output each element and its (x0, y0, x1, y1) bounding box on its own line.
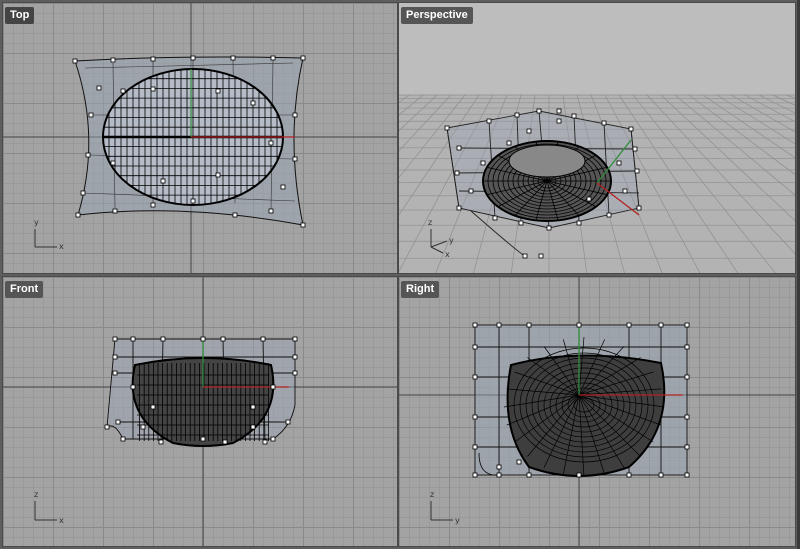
right-blob-wireframe (503, 336, 666, 478)
svg-text:y: y (449, 236, 454, 245)
cplane-axes-icon: z x (34, 490, 64, 525)
top-view-scene: y x (3, 3, 397, 273)
viewport-perspective[interactable]: z y x Perspective (398, 2, 796, 274)
viewport-tab-perspective[interactable]: Perspective (401, 7, 473, 24)
viewport-right[interactable]: z y Right (398, 276, 796, 547)
cplane-axes-icon: y x (34, 218, 64, 251)
viewport-tab-top[interactable]: Top (5, 7, 35, 24)
cplane-axes-icon: z y x (428, 218, 454, 259)
svg-text:x: x (59, 516, 64, 525)
svg-text:z: z (428, 218, 432, 227)
svg-text:x: x (445, 250, 450, 259)
perspective-blob-wireframe (482, 140, 612, 222)
viewport-front[interactable]: z x Front (2, 276, 398, 547)
svg-text:y: y (455, 516, 460, 525)
viewport-tab-front[interactable]: Front (5, 281, 44, 298)
svg-text:z: z (430, 490, 434, 499)
svg-text:y: y (34, 218, 39, 227)
perspective-view-scene: z y x (399, 3, 795, 273)
svg-text:x: x (59, 242, 64, 251)
cplane-axes-icon: z y (430, 490, 460, 525)
right-view-scene: z y (399, 277, 795, 546)
viewport-tab-right[interactable]: Right (401, 281, 440, 298)
svg-text:z: z (34, 490, 38, 499)
viewport-top[interactable]: y x Top (2, 2, 398, 274)
front-view-scene: z x (3, 277, 397, 546)
